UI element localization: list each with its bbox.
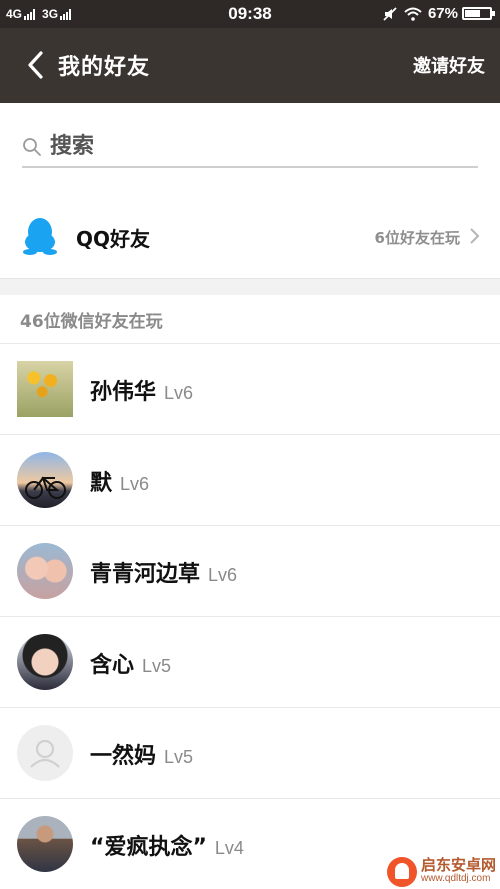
qq-penguin-icon xyxy=(23,218,57,255)
watermark: 启东安卓网 www.qdltdj.com xyxy=(386,857,496,887)
friend-level: Lv6 xyxy=(164,383,194,403)
avatar xyxy=(17,452,73,508)
battery-percent: 67% xyxy=(427,5,458,22)
status-bar: 4G 3G 09:38 67% xyxy=(0,0,500,28)
search-icon xyxy=(23,138,41,156)
friend-name: 默 Lv6 xyxy=(90,465,149,497)
chevron-left-icon[interactable] xyxy=(24,50,54,80)
watermark-text: 启东安卓网 www.qdltdj.com xyxy=(421,858,496,886)
default-avatar-icon xyxy=(17,725,73,781)
friend-list: 孙伟华 Lv6 默 Lv6 青青河边草 Lv6 含心 Lv5 一然妈 Lv5 “爱疯执念”… xyxy=(0,343,500,889)
chevron-right-icon xyxy=(470,228,480,244)
bicycle-icon xyxy=(25,476,66,499)
friend-name: 一然妈 Lv5 xyxy=(90,738,193,770)
watermark-url: www.qdltdj.com xyxy=(420,873,491,884)
qq-friends-label: QQ好友 xyxy=(76,227,151,251)
friend-name-text: 含心 xyxy=(90,653,135,678)
avatar xyxy=(17,816,73,872)
friend-level: Lv6 xyxy=(120,474,150,494)
friend-name: 孙伟华 Lv6 xyxy=(90,374,193,406)
page-title: 我的好友 xyxy=(58,55,151,80)
qq-friends-count: 6位好友在玩 xyxy=(374,229,460,247)
friend-name-text: 青青河边草 xyxy=(90,562,201,587)
friend-name-text: 默 xyxy=(90,471,113,496)
friend-name-text: “爱疯执念” xyxy=(90,835,207,860)
friend-level: Lv6 xyxy=(208,565,238,585)
friend-row[interactable]: 一然妈 Lv5 xyxy=(0,707,500,798)
friend-level: Lv5 xyxy=(164,747,194,767)
header: 我的好友 邀请好友 xyxy=(0,28,500,103)
status-right: 67% xyxy=(382,5,495,22)
friend-name: “爱疯执念” Lv4 xyxy=(90,829,244,861)
friend-level: Lv4 xyxy=(214,838,244,858)
avatar xyxy=(17,361,73,417)
friend-name-text: 孙伟华 xyxy=(90,380,157,405)
search-input[interactable] xyxy=(50,131,470,161)
battery-fill xyxy=(465,10,480,17)
wifi-icon xyxy=(404,7,422,21)
mute-icon xyxy=(383,6,397,21)
avatar xyxy=(17,543,73,599)
friend-row[interactable]: 默 Lv6 xyxy=(0,434,500,525)
watermark-logo-icon xyxy=(386,857,417,887)
watermark-name: 启东安卓网 xyxy=(420,856,496,874)
friend-name-text: 一然妈 xyxy=(90,744,157,769)
avatar xyxy=(17,634,73,690)
search-bar[interactable] xyxy=(22,128,478,168)
section-title: 46位微信好友在玩 xyxy=(20,312,163,332)
section-header: 46位微信好友在玩 xyxy=(0,295,500,343)
friend-level: Lv5 xyxy=(142,656,172,676)
qq-friends-row[interactable]: QQ好友 6位好友在玩 xyxy=(0,196,500,278)
person-icon xyxy=(30,739,60,768)
friend-row[interactable]: 青青河边草 Lv6 xyxy=(0,525,500,616)
invite-friends-button[interactable]: 邀请好友 xyxy=(413,52,485,78)
friend-row[interactable]: 孙伟华 Lv6 xyxy=(0,343,500,434)
section-divider xyxy=(0,278,500,296)
battery-icon xyxy=(462,7,495,20)
friend-name: 青青河边草 Lv6 xyxy=(90,556,237,588)
friend-name: 含心 Lv5 xyxy=(90,647,171,679)
friend-row[interactable]: 含心 Lv5 xyxy=(0,616,500,707)
